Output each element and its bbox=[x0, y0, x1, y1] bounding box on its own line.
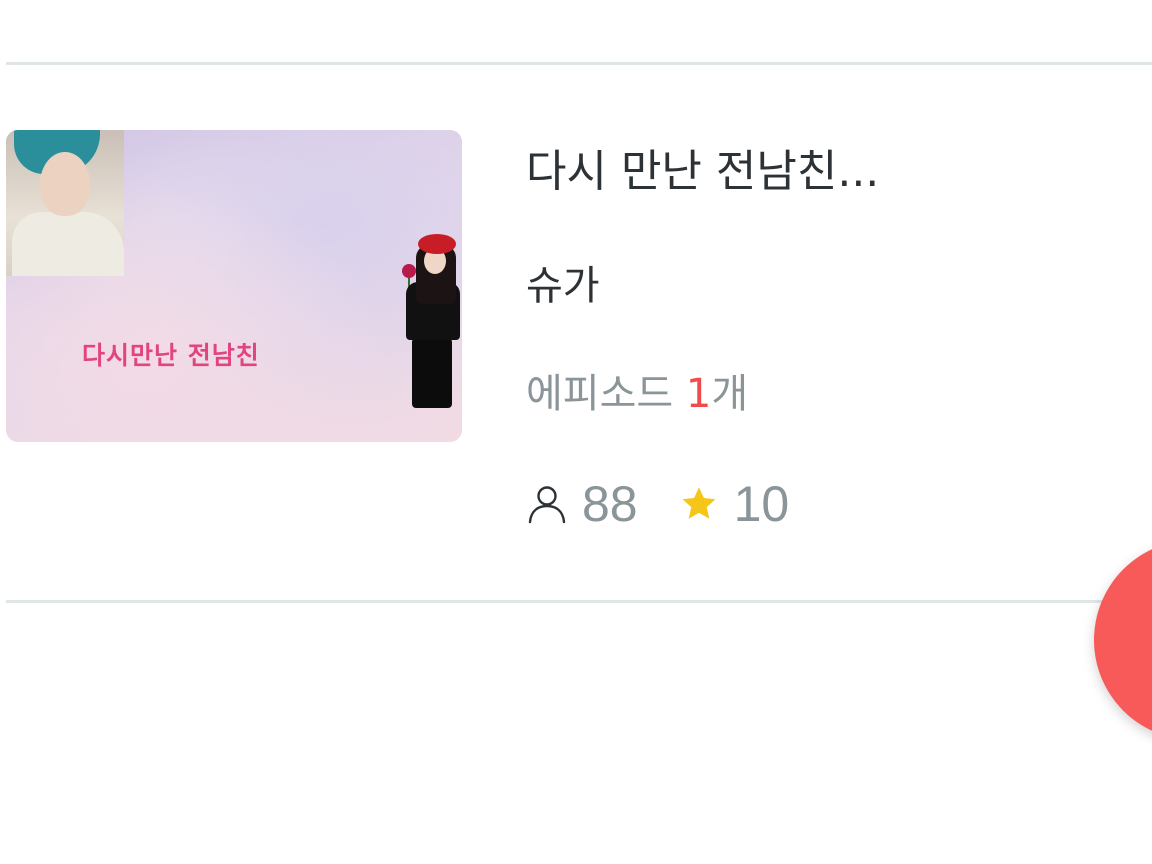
thumbnail-boy-photo bbox=[6, 130, 124, 276]
story-title[interactable]: 다시 만난 전남친... bbox=[526, 142, 879, 202]
star-count: 10 bbox=[733, 476, 790, 532]
story-thumbnail[interactable]: 다시만난 전남친 bbox=[6, 130, 462, 442]
person-icon bbox=[526, 483, 568, 525]
thumbnail-girl-photo bbox=[394, 234, 462, 410]
story-author: 슈가 bbox=[526, 263, 600, 309]
floating-action-button[interactable] bbox=[1094, 540, 1152, 740]
story-list-screen: 다시만난 전남친 다시 만난 전남친... 슈가 에피소드 1개 88 10 bbox=[0, 0, 1152, 864]
thumbnail-caption: 다시만난 전남친 bbox=[82, 341, 260, 370]
episode-count: 에피소드 1개 bbox=[526, 366, 748, 422]
story-stats: 88 10 bbox=[526, 474, 829, 534]
list-divider-bottom bbox=[6, 600, 1152, 603]
episode-count-suffix: 개 bbox=[711, 371, 749, 417]
view-count: 88 bbox=[582, 476, 638, 532]
star-icon bbox=[678, 483, 720, 525]
episode-count-number: 1 bbox=[685, 371, 712, 417]
story-card[interactable]: 다시만난 전남친 다시 만난 전남친... 슈가 에피소드 1개 88 10 bbox=[6, 130, 1152, 550]
list-divider-top bbox=[6, 62, 1152, 65]
episode-count-prefix: 에피소드 bbox=[526, 371, 686, 417]
